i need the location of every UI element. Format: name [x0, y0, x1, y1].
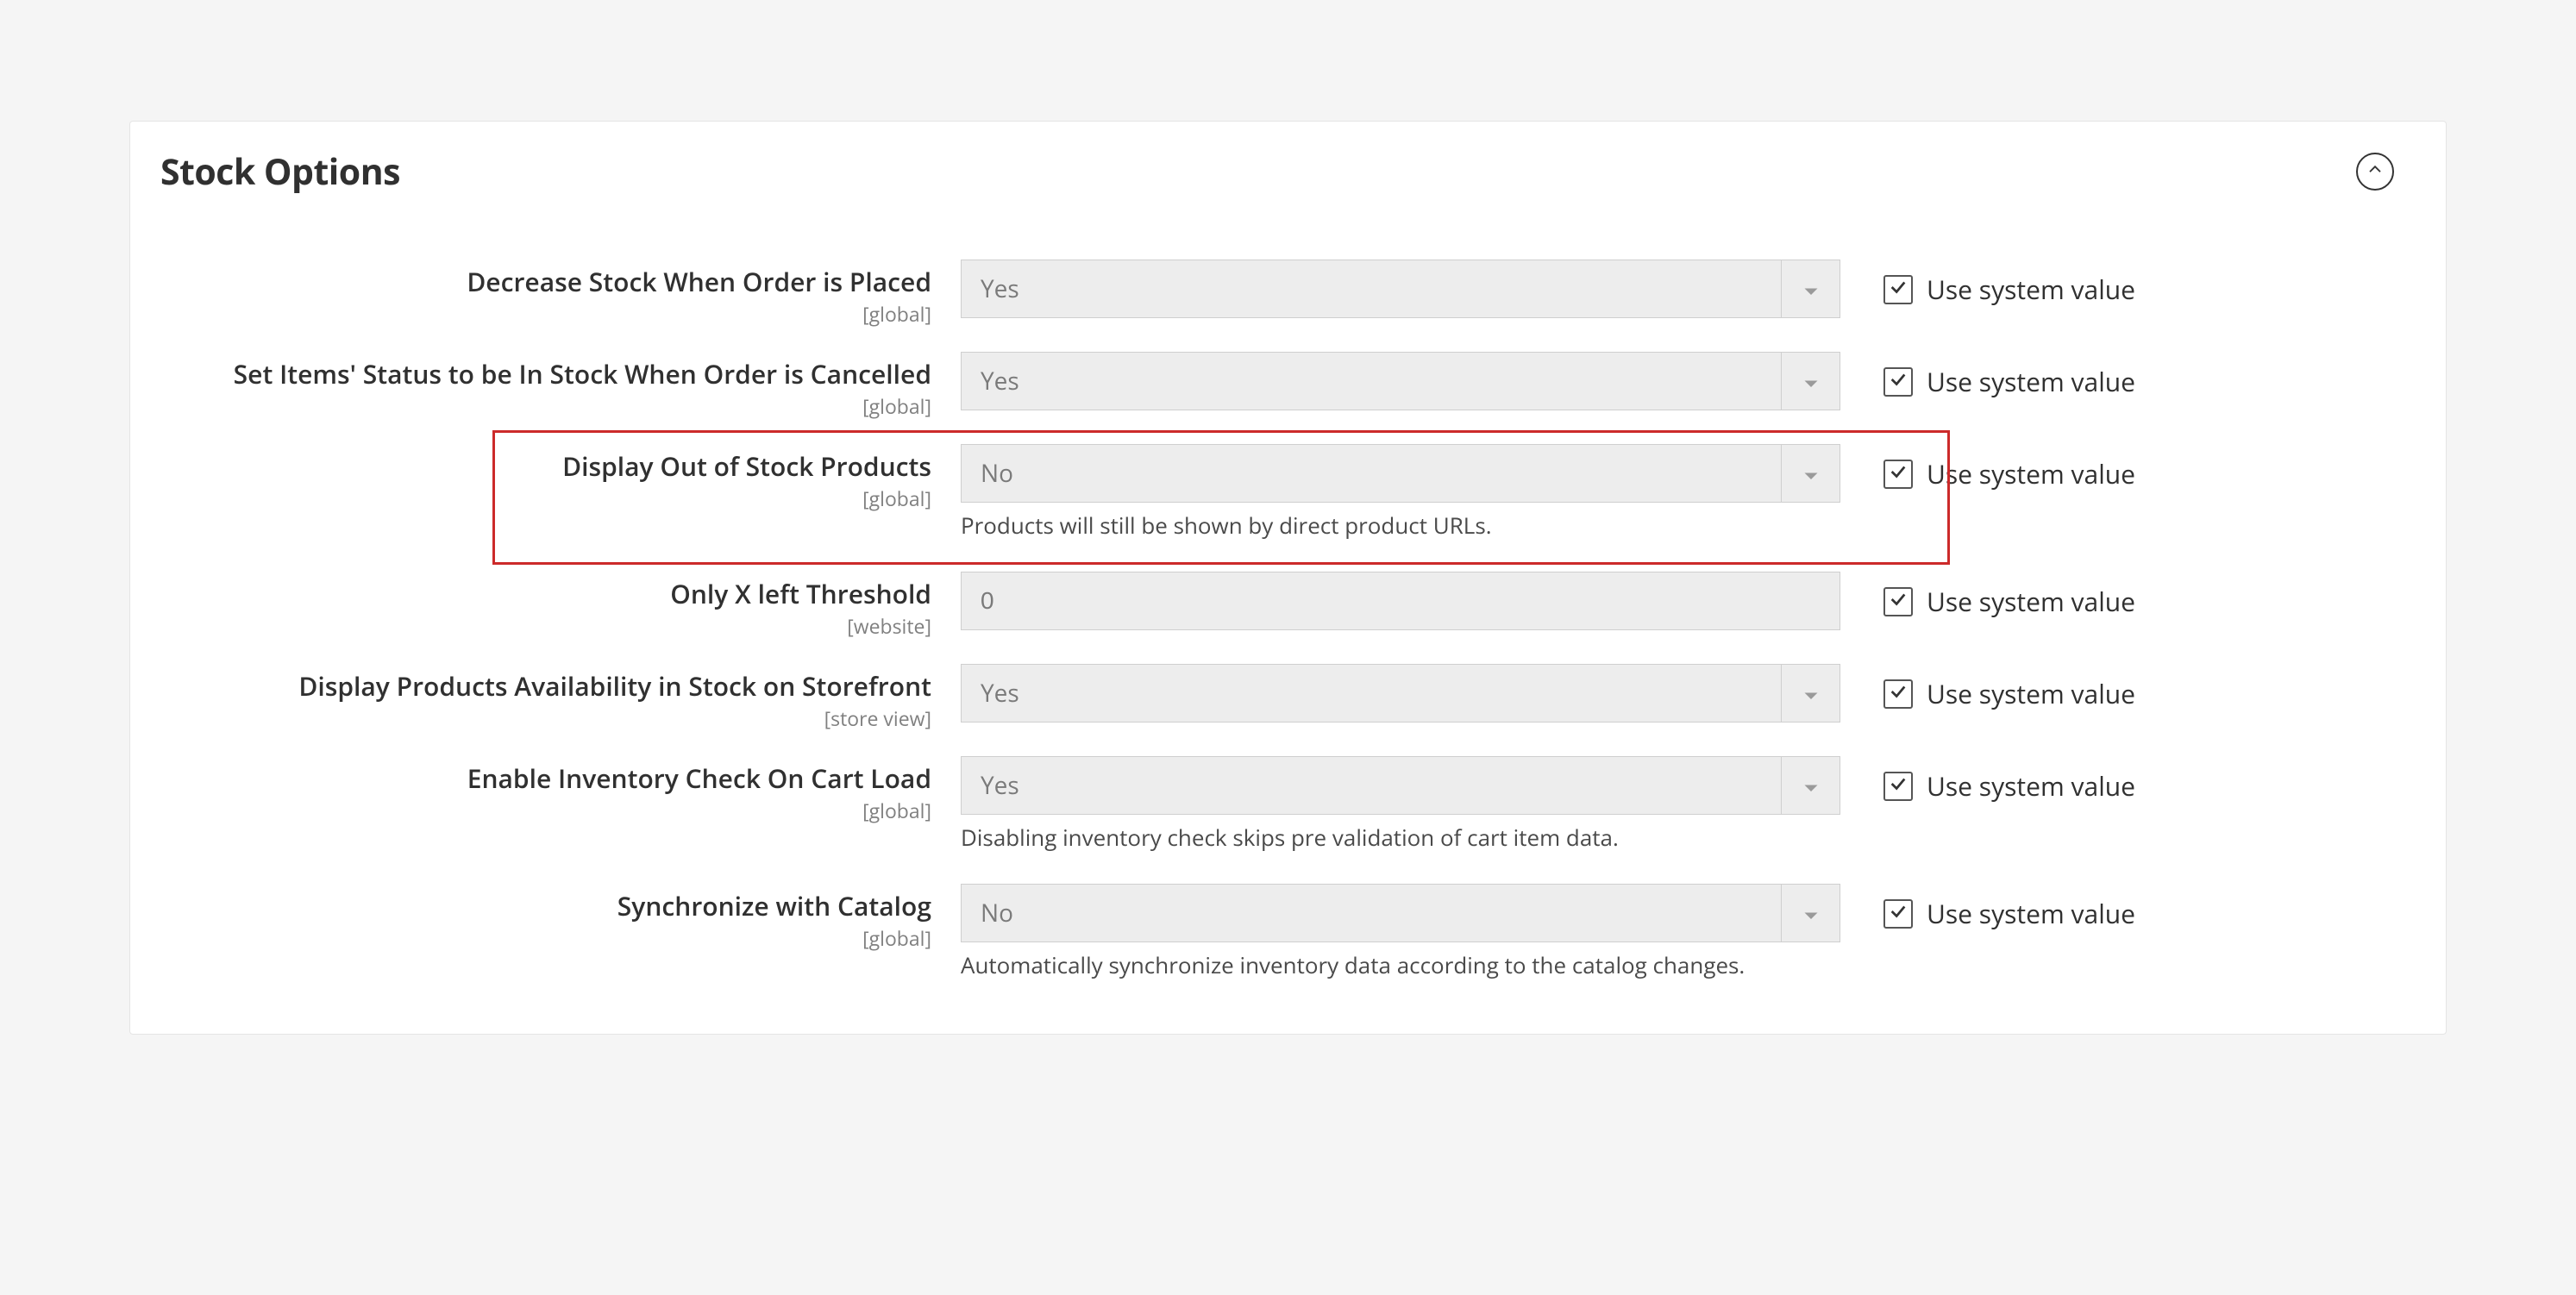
dropdown-handle[interactable]	[1781, 260, 1840, 317]
field-label: Only X left Threshold	[160, 577, 931, 610]
label-col: Synchronize with Catalog[global]	[160, 884, 961, 952]
dropdown-handle[interactable]	[1781, 445, 1840, 502]
select-value: Yes	[962, 353, 1781, 410]
dropdown-handle[interactable]	[1781, 757, 1840, 814]
select-input[interactable]: Yes	[961, 664, 1840, 723]
check-icon	[1889, 774, 1908, 798]
control-col: Yes	[961, 260, 1840, 318]
field-scope: [store view]	[160, 704, 931, 732]
control-col: NoAutomatically synchronize inventory da…	[961, 884, 1840, 942]
select-input[interactable]: Yes	[961, 352, 1840, 410]
check-icon	[1889, 370, 1908, 393]
select-input[interactable]: Yes	[961, 756, 1840, 815]
select-value: No	[962, 885, 1781, 942]
select-input[interactable]: No	[961, 884, 1840, 942]
control-col: YesDisabling inventory check skips pre v…	[961, 756, 1840, 815]
select-value: Yes	[962, 665, 1781, 722]
dropdown-handle[interactable]	[1781, 665, 1840, 722]
config-row: Set Items' Status to be In Stock When Or…	[160, 340, 2394, 432]
config-row: Enable Inventory Check On Cart Load[glob…	[160, 744, 2394, 872]
check-icon	[1889, 590, 1908, 613]
control-col: Yes	[961, 352, 1840, 410]
caret-down-icon	[1803, 365, 1819, 397]
config-row: Display Products Availability in Stock o…	[160, 652, 2394, 744]
field-note: Automatically synchronize inventory data…	[961, 949, 1745, 980]
field-note: Disabling inventory check skips pre vali…	[961, 822, 1619, 853]
field-label: Enable Inventory Check On Cart Load	[160, 761, 931, 795]
panel-title: Stock Options	[160, 147, 400, 196]
label-col: Only X left Threshold[website]	[160, 572, 961, 640]
use-system-col: Use system value	[1840, 884, 2394, 931]
field-scope: [global]	[160, 485, 931, 512]
field-label: Display Products Availability in Stock o…	[160, 669, 931, 703]
text-input[interactable]	[961, 572, 1840, 630]
use-system-checkbox[interactable]	[1883, 587, 1913, 616]
use-system-label: Use system value	[1927, 584, 2135, 619]
dropdown-handle[interactable]	[1781, 885, 1840, 942]
field-label: Decrease Stock When Order is Placed	[160, 265, 931, 298]
field-scope: [global]	[160, 924, 931, 952]
use-system-label: Use system value	[1927, 768, 2135, 804]
caret-down-icon	[1803, 897, 1819, 929]
check-icon	[1889, 462, 1908, 485]
control-col	[961, 572, 1840, 630]
select-value: No	[962, 445, 1781, 502]
use-system-col: Use system value	[1840, 352, 2394, 399]
field-note: Products will still be shown by direct p…	[961, 510, 1492, 541]
check-icon	[1889, 902, 1908, 925]
use-system-col: Use system value	[1840, 260, 2394, 307]
label-col: Display Out of Stock Products[global]	[160, 444, 961, 512]
select-value: Yes	[962, 757, 1781, 814]
config-row: Synchronize with Catalog[global]NoAutoma…	[160, 872, 2394, 999]
dropdown-handle[interactable]	[1781, 353, 1840, 410]
use-system-checkbox[interactable]	[1883, 460, 1913, 489]
control-col: Yes	[961, 664, 1840, 723]
check-icon	[1889, 278, 1908, 301]
config-row: Decrease Stock When Order is Placed[glob…	[160, 247, 2394, 340]
use-system-checkbox[interactable]	[1883, 275, 1913, 304]
check-icon	[1889, 682, 1908, 705]
use-system-col: Use system value	[1840, 756, 2394, 804]
field-label: Display Out of Stock Products	[160, 449, 931, 483]
field-scope: [global]	[160, 300, 931, 328]
field-scope: [global]	[160, 392, 931, 420]
use-system-label: Use system value	[1927, 272, 2135, 307]
select-value: Yes	[962, 260, 1781, 317]
select-input[interactable]: No	[961, 444, 1840, 503]
stock-options-panel: Stock Options Decrease Stock When Order …	[129, 121, 2447, 1035]
use-system-label: Use system value	[1927, 676, 2135, 711]
use-system-checkbox[interactable]	[1883, 772, 1913, 801]
control-col: NoProducts will still be shown by direct…	[961, 444, 1840, 503]
use-system-col: Use system value	[1840, 664, 2394, 711]
label-col: Enable Inventory Check On Cart Load[glob…	[160, 756, 961, 824]
use-system-checkbox[interactable]	[1883, 679, 1913, 709]
panel-header: Stock Options	[160, 139, 2394, 247]
collapse-button[interactable]	[2356, 153, 2394, 191]
label-col: Set Items' Status to be In Stock When Or…	[160, 352, 961, 420]
use-system-label: Use system value	[1927, 364, 2135, 399]
caret-down-icon	[1803, 769, 1819, 802]
use-system-checkbox[interactable]	[1883, 899, 1913, 929]
use-system-label: Use system value	[1927, 896, 2135, 931]
field-label: Set Items' Status to be In Stock When Or…	[160, 357, 931, 391]
select-input[interactable]: Yes	[961, 260, 1840, 318]
config-row: Display Out of Stock Products[global]NoP…	[160, 432, 2394, 560]
caret-down-icon	[1803, 272, 1819, 305]
caret-down-icon	[1803, 457, 1819, 490]
use-system-col: Use system value	[1840, 572, 2394, 619]
config-row: Only X left Threshold[website] Use system…	[160, 560, 2394, 652]
field-scope: [website]	[160, 612, 931, 640]
label-col: Decrease Stock When Order is Placed[glob…	[160, 260, 961, 328]
use-system-label: Use system value	[1927, 456, 2135, 491]
caret-down-icon	[1803, 677, 1819, 710]
label-col: Display Products Availability in Stock o…	[160, 664, 961, 732]
chevron-up-icon	[2367, 162, 2383, 182]
use-system-checkbox[interactable]	[1883, 367, 1913, 397]
use-system-col: Use system value	[1840, 444, 2394, 491]
field-scope: [global]	[160, 797, 931, 824]
field-label: Synchronize with Catalog	[160, 889, 931, 923]
